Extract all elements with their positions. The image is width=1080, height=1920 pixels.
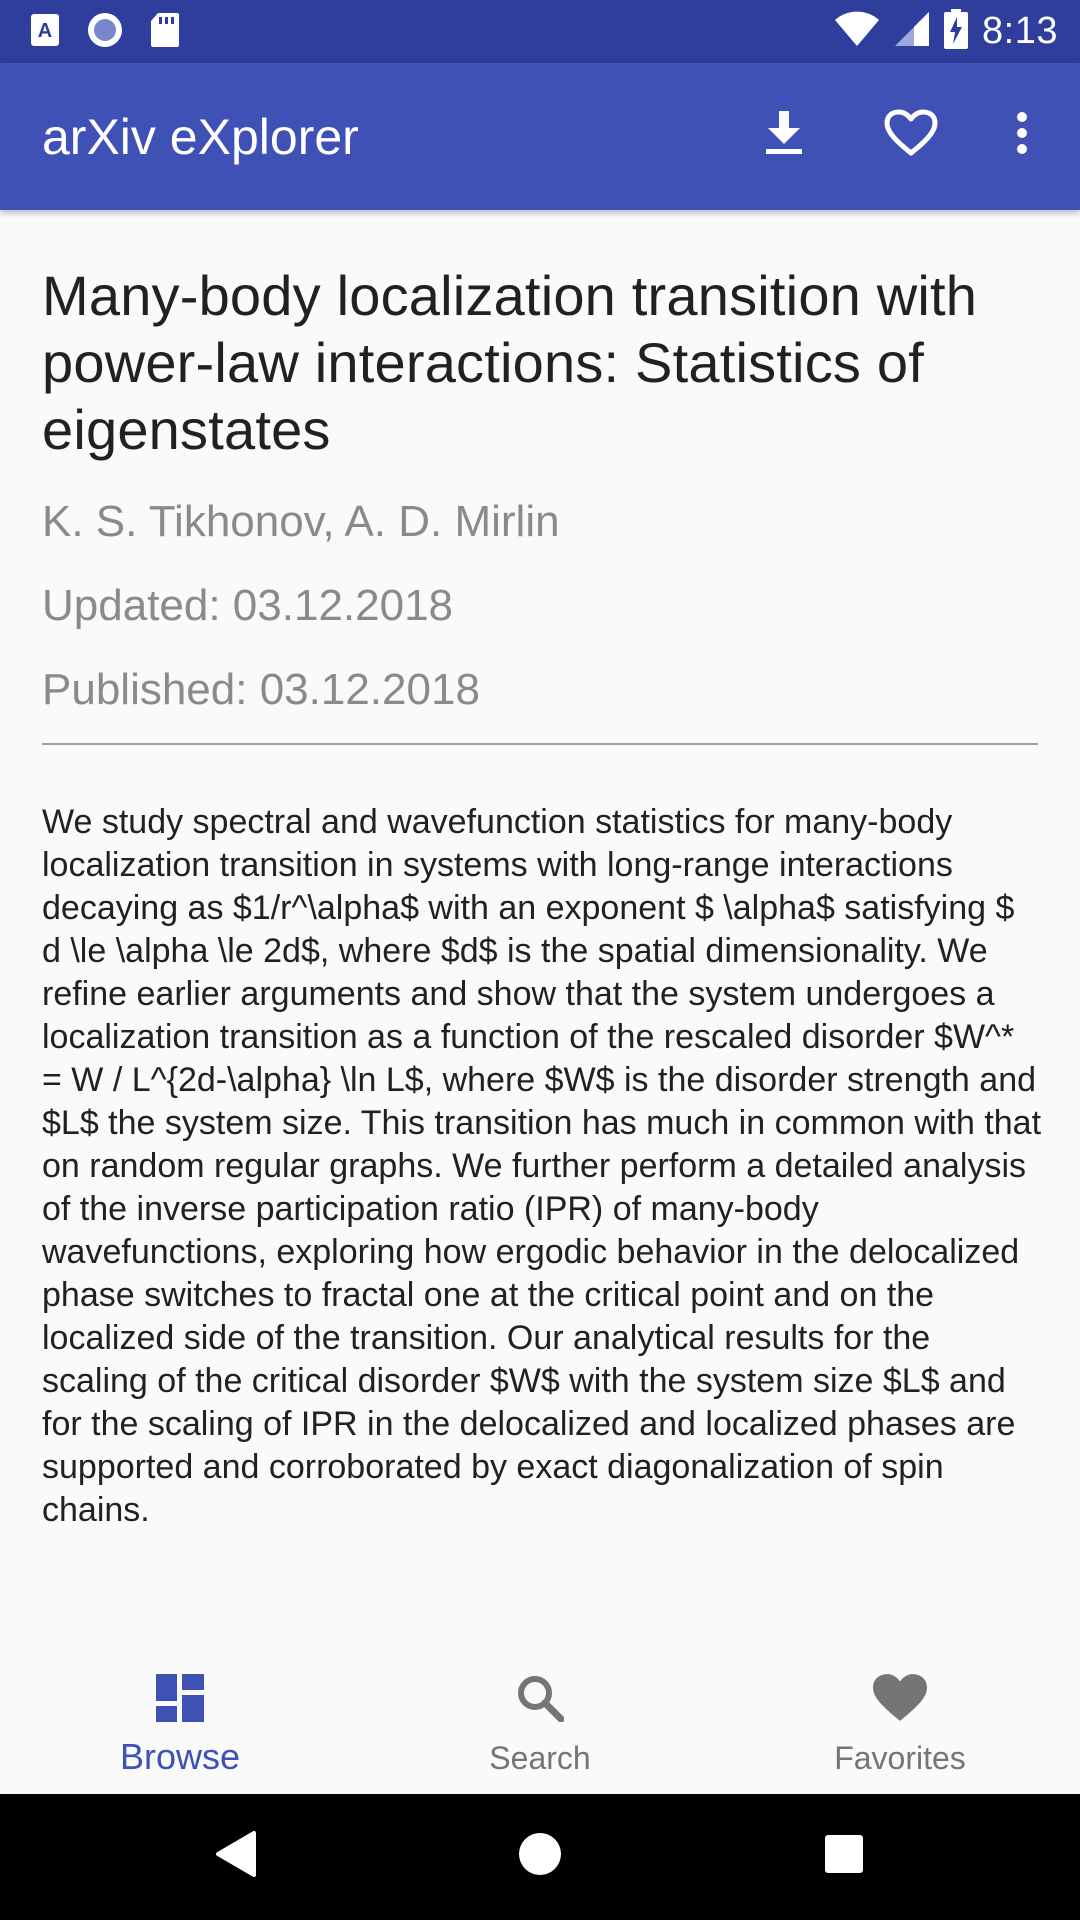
recents-button[interactable] — [812, 1824, 876, 1888]
paper-details: Many-body localization transition with p… — [42, 210, 1041, 1566]
nav-label-search: Search — [489, 1740, 591, 1776]
nav-label-favorites: Favorites — [834, 1740, 966, 1776]
nav-label-browse: Browse — [119, 1736, 241, 1777]
app-title: arXiv eXplorer — [42, 109, 359, 165]
system-navigation-bar — [0, 1794, 1080, 1920]
paper-authors: K. S. Tikhonov, A. D. Mirlin — [42, 497, 560, 546]
battery-charging-icon — [944, 9, 969, 54]
divider — [42, 743, 1038, 745]
recents-square-icon — [824, 1834, 864, 1879]
favorite-button[interactable] — [879, 103, 943, 167]
nav-item-favorites[interactable]: Favorites — [720, 1640, 1080, 1794]
svg-text:A: A — [38, 20, 52, 42]
back-button[interactable] — [204, 1824, 268, 1888]
heart-icon — [872, 1670, 928, 1726]
paper-abstract: We study spectral and wavefunction stati… — [42, 803, 1042, 1529]
home-circle-icon — [518, 1832, 562, 1881]
accessibility-a-icon: A — [30, 13, 60, 52]
paper-title: Many-body localization transition with p… — [42, 264, 978, 461]
heart-outline-icon — [884, 109, 938, 162]
paper-published-date: Published: 03.12.2018 — [42, 665, 480, 714]
nav-item-search[interactable]: Search — [360, 1640, 720, 1794]
status-bar: A 8:13 — [0, 0, 1080, 63]
wifi-icon — [834, 11, 880, 52]
paper-updated-date: Updated: 03.12.2018 — [42, 581, 454, 630]
download-icon — [764, 110, 804, 160]
status-time: 8:13 — [982, 10, 1058, 52]
nav-item-browse[interactable]: Browse — [0, 1640, 360, 1794]
more-options-button[interactable] — [990, 103, 1054, 167]
record-circle-icon — [86, 11, 124, 54]
app-bar: arXiv eXplorer — [0, 63, 1080, 210]
search-icon — [516, 1670, 564, 1726]
home-button[interactable] — [508, 1824, 572, 1888]
back-triangle-icon — [214, 1830, 258, 1883]
sd-card-icon — [150, 12, 180, 53]
download-button[interactable] — [752, 103, 816, 167]
cell-signal-icon — [894, 11, 930, 52]
more-vert-icon — [1016, 111, 1028, 160]
dashboard-icon — [156, 1670, 204, 1726]
bottom-navigation: Browse Search Favorites — [0, 1640, 1080, 1794]
